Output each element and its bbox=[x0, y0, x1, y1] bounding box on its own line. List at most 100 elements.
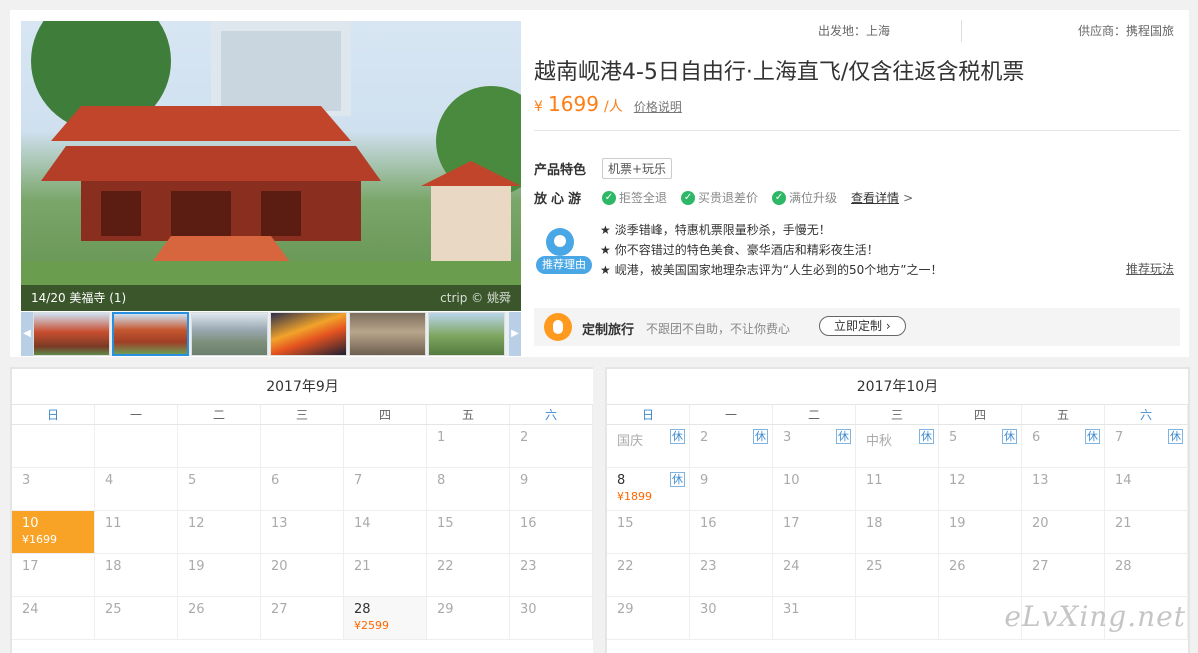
thumbnail-strip: ◀ ▶ bbox=[21, 312, 521, 356]
holiday-badge: 休 bbox=[753, 429, 768, 444]
day-number: 29 bbox=[437, 602, 454, 617]
person-icon bbox=[544, 313, 572, 341]
calendar-day: 20 bbox=[1022, 511, 1105, 554]
weekday-label: 五 bbox=[1022, 405, 1105, 424]
day-number: 11 bbox=[105, 516, 122, 531]
calendar-day: 9 bbox=[690, 468, 773, 511]
custom-trip-title: 定制旅行 bbox=[582, 323, 635, 338]
day-number: 26 bbox=[188, 602, 205, 617]
day-price: ¥1699 bbox=[22, 533, 57, 546]
price-note-link[interactable]: 价格说明 bbox=[634, 100, 682, 114]
day-number: 29 bbox=[617, 602, 634, 617]
supplier: 供应商：携程国旅 bbox=[1077, 24, 1174, 38]
calendar-empty-cell bbox=[261, 425, 344, 468]
weekday-label: 日 bbox=[12, 405, 95, 424]
calendar-day: 6 bbox=[261, 468, 344, 511]
day-number: 7 bbox=[354, 473, 363, 488]
day-number: 5 bbox=[188, 473, 197, 488]
thumbnail[interactable] bbox=[349, 312, 426, 356]
recommend-line: ★ 淡季错峰，特惠机票限量秒杀，手慢无！ bbox=[600, 223, 831, 237]
calendar-day: 30 bbox=[690, 597, 773, 640]
calendar-day[interactable]: 8 ¥1899 休 bbox=[607, 468, 690, 511]
calendar-day: 7休 bbox=[1105, 425, 1188, 468]
star-icon: ★ bbox=[600, 243, 611, 257]
main-photo[interactable]: 14/20 美福寺 (1) ctrip © 姚舜 bbox=[21, 21, 521, 311]
weekday-label: 五 bbox=[427, 405, 510, 424]
recommend-link[interactable]: 推荐玩法 bbox=[1126, 260, 1174, 277]
assurance-item-label: 拒签全退 bbox=[619, 191, 668, 205]
thumbnail[interactable] bbox=[270, 312, 347, 356]
weekday-label: 三 bbox=[261, 405, 344, 424]
calendar-day: 18 bbox=[856, 511, 939, 554]
custom-trip-button[interactable]: 立即定制 › bbox=[819, 316, 906, 336]
day-number: 4 bbox=[105, 473, 114, 488]
weekday-label: 六 bbox=[510, 405, 593, 424]
feature-label: 产品特色 bbox=[534, 163, 587, 178]
recommend-line: ★ 你不容错过的特色美食、豪华酒店和精彩夜生活！ bbox=[600, 243, 879, 257]
calendar-day: 7 bbox=[344, 468, 427, 511]
day-number: 27 bbox=[271, 602, 288, 617]
day-number: 17 bbox=[22, 559, 39, 574]
calendar-empty-cell bbox=[95, 425, 178, 468]
day-number: 13 bbox=[1032, 473, 1049, 488]
calendar-day: 16 bbox=[690, 511, 773, 554]
calendar-empty-cell bbox=[344, 425, 427, 468]
day-number: 12 bbox=[949, 473, 966, 488]
calendar-empty-cell bbox=[856, 597, 939, 640]
calendar-day: 27 bbox=[1022, 554, 1105, 597]
thumb-prev-button[interactable]: ◀ bbox=[21, 312, 33, 356]
assurance-label: 放心游 bbox=[534, 192, 586, 207]
holiday-badge: 休 bbox=[670, 472, 685, 487]
day-number: 30 bbox=[520, 602, 537, 617]
thumbnail-active[interactable] bbox=[112, 312, 189, 356]
recommend-badge-label: 推荐理由 bbox=[536, 256, 592, 274]
thumbnail[interactable] bbox=[191, 312, 268, 356]
price-line: ¥ 1699 /人 价格说明 bbox=[534, 92, 682, 122]
recommend-section: 推荐理由 ★ 淡季错峰，特惠机票限量秒杀，手慢无！ ★ 你不容错过的特色美食、豪华酒… bbox=[534, 220, 1180, 284]
day-number: 23 bbox=[520, 559, 537, 574]
assurance-item-label: 满位升级 bbox=[789, 191, 838, 205]
thumb-next-button[interactable]: ▶ bbox=[509, 312, 521, 356]
day-number: 22 bbox=[437, 559, 454, 574]
day-number: 31 bbox=[783, 602, 800, 617]
calendar-day: 5 bbox=[178, 468, 261, 511]
assurance-item: ✓ 拒签全退 bbox=[602, 189, 667, 206]
custom-trip-desc: 不跟团不自助，不让你费心 bbox=[646, 322, 791, 336]
calendar-day: 17 bbox=[773, 511, 856, 554]
temple-photo bbox=[21, 21, 521, 311]
day-number: 17 bbox=[783, 516, 800, 531]
assurance-item-label: 买贵退差价 bbox=[698, 191, 759, 205]
star-icon: ★ bbox=[600, 223, 611, 237]
calendar-day: 23 bbox=[510, 554, 593, 597]
calendar-day: 22 bbox=[607, 554, 690, 597]
calendar-day[interactable]: 28 ¥2599 bbox=[344, 597, 427, 640]
calendar-day: 19 bbox=[178, 554, 261, 597]
thumbnail[interactable] bbox=[428, 312, 505, 356]
check-icon: ✓ bbox=[772, 190, 787, 205]
day-number: 23 bbox=[700, 559, 717, 574]
day-number: 18 bbox=[105, 559, 122, 574]
calendar-day: 12 bbox=[178, 511, 261, 554]
day-number: 27 bbox=[1032, 559, 1049, 574]
calendar-day: 6休 bbox=[1022, 425, 1105, 468]
recommend-line: ★ 岘港，被美国国家地理杂志评为“人生必到的50个地方”之一！ bbox=[600, 263, 943, 277]
calendar-day: 26 bbox=[178, 597, 261, 640]
photo-credit: ctrip © 姚舜 bbox=[440, 291, 511, 305]
calendar-day: 29 bbox=[607, 597, 690, 640]
calendar-day: 8 bbox=[427, 468, 510, 511]
calendar-day: 16 bbox=[510, 511, 593, 554]
weekday-label: 六 bbox=[1105, 405, 1188, 424]
calendar-title: 2017年9月 bbox=[12, 369, 593, 405]
weekday-label: 日 bbox=[607, 405, 690, 424]
day-number: 21 bbox=[354, 559, 371, 574]
day-number: 16 bbox=[520, 516, 537, 531]
assurance-detail-link[interactable]: 查看详情 bbox=[851, 189, 899, 206]
calendar-day: 21 bbox=[1105, 511, 1188, 554]
chevron-right-icon: > bbox=[903, 190, 914, 205]
weekday-header: 日一二三四五六 bbox=[12, 405, 593, 425]
holiday-badge: 休 bbox=[836, 429, 851, 444]
thumbnail[interactable] bbox=[33, 312, 110, 356]
day-number: 19 bbox=[188, 559, 205, 574]
check-icon: ✓ bbox=[681, 190, 696, 205]
calendar-day[interactable]: 10 ¥1699 bbox=[12, 511, 95, 554]
